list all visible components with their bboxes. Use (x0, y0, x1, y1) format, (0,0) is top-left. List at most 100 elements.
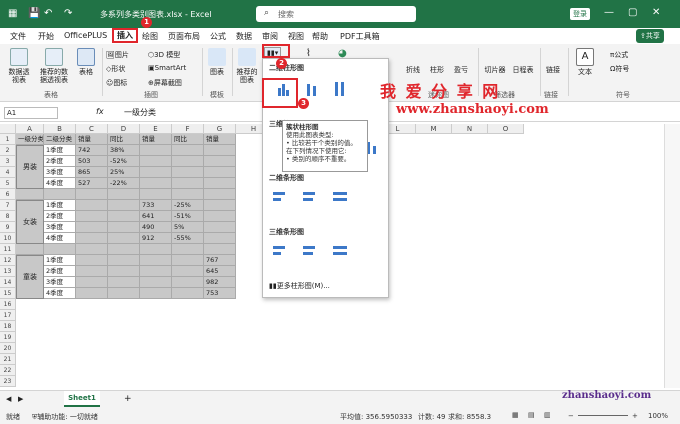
column-header[interactable]: N (452, 124, 488, 134)
row-header[interactable]: 19 (0, 332, 16, 343)
row-header[interactable]: 22 (0, 365, 16, 376)
empty-cell[interactable] (76, 200, 108, 211)
column-header[interactable]: A (16, 124, 44, 134)
data-cell[interactable]: 490 (140, 222, 172, 233)
row-header[interactable]: 23 (0, 376, 16, 387)
recommended-pivot-button[interactable]: 推荐的数据透视表 (38, 48, 70, 84)
column-header[interactable]: B (44, 124, 76, 134)
zoom-out-icon[interactable]: − (568, 412, 574, 420)
sparkline-column-button[interactable]: 柱形 (426, 66, 448, 74)
table-header-cell[interactable]: 销量 (204, 134, 236, 145)
page-break-view-icon[interactable]: ▥ (544, 411, 551, 419)
empty-cell[interactable] (172, 145, 204, 156)
blank-separator-cell[interactable] (172, 244, 204, 255)
empty-cell[interactable] (140, 288, 172, 299)
3d-models-button[interactable]: ⬡3D 模型 (148, 50, 180, 60)
percent-stacked-column-chart-option[interactable] (331, 81, 349, 97)
quarter-cell[interactable]: 2季度 (44, 211, 76, 222)
column-header[interactable]: C (76, 124, 108, 134)
stacked-column-chart-option[interactable] (303, 81, 321, 97)
undo-icon[interactable]: ↶ (44, 8, 52, 19)
empty-cell[interactable] (172, 156, 204, 167)
category-label[interactable]: 男装 (16, 145, 44, 189)
row-header[interactable]: 18 (0, 321, 16, 332)
empty-cell[interactable] (204, 156, 236, 167)
quarter-cell[interactable]: 4季度 (44, 288, 76, 299)
row-header[interactable]: 3 (0, 156, 16, 167)
data-cell[interactable]: 742 (76, 145, 108, 156)
empty-cell[interactable] (108, 222, 140, 233)
empty-cell[interactable] (140, 167, 172, 178)
data-cell[interactable]: 503 (76, 156, 108, 167)
empty-cell[interactable] (108, 266, 140, 277)
data-cell[interactable]: 38% (108, 145, 140, 156)
add-sheet-button[interactable]: + (124, 394, 132, 404)
zoom-in-icon[interactable]: + (632, 412, 638, 420)
link-button[interactable]: 链接 (542, 66, 564, 74)
row-header[interactable]: 15 (0, 288, 16, 299)
empty-cell[interactable] (108, 277, 140, 288)
menu-review[interactable]: 审阅 (262, 31, 278, 42)
data-cell[interactable]: -55% (172, 233, 204, 244)
quarter-cell[interactable]: 3季度 (44, 277, 76, 288)
shapes-button[interactable]: ◇形状 (106, 64, 125, 74)
share-button[interactable]: ⇪共享 (636, 29, 664, 43)
row-header[interactable]: 2 (0, 145, 16, 156)
data-cell[interactable]: 645 (204, 266, 236, 277)
zoom-slider[interactable] (578, 415, 628, 416)
table-button[interactable]: 表格 (76, 48, 96, 76)
row-header[interactable]: 10 (0, 233, 16, 244)
row-header[interactable]: 1 (0, 134, 16, 145)
row-header[interactable]: 5 (0, 178, 16, 189)
slicer-button[interactable]: 切片器 (482, 66, 508, 74)
blank-separator-cell[interactable] (204, 189, 236, 200)
name-box[interactable]: A1 (4, 107, 58, 119)
data-cell[interactable]: 25% (108, 167, 140, 178)
quarter-cell[interactable]: 4季度 (44, 233, 76, 244)
empty-cell[interactable] (140, 178, 172, 189)
empty-cell[interactable] (172, 178, 204, 189)
row-header[interactable]: 12 (0, 255, 16, 266)
pivot-table-button[interactable]: 数据透视表 (6, 48, 32, 84)
empty-cell[interactable] (108, 255, 140, 266)
chart-addin-button[interactable]: 图表 (206, 48, 228, 76)
search-box[interactable]: ⌕ 搜索 (256, 6, 416, 22)
empty-cell[interactable] (204, 200, 236, 211)
empty-cell[interactable] (140, 156, 172, 167)
empty-cell[interactable] (108, 288, 140, 299)
maximize-icon[interactable]: ▢ (628, 7, 637, 18)
quarter-cell[interactable]: 2季度 (44, 156, 76, 167)
data-cell[interactable]: -52% (108, 156, 140, 167)
data-cell[interactable]: 753 (204, 288, 236, 299)
empty-cell[interactable] (108, 200, 140, 211)
data-cell[interactable]: 5% (172, 222, 204, 233)
quarter-cell[interactable]: 3季度 (44, 222, 76, 233)
blank-separator-cell[interactable] (44, 244, 76, 255)
minimize-icon[interactable]: — (604, 7, 614, 18)
more-column-charts-link[interactable]: ▮▮更多柱形图(M)... (269, 281, 330, 291)
empty-cell[interactable] (172, 266, 204, 277)
3d-percent-stacked-bar-chart-option[interactable] (331, 243, 349, 259)
menu-insert[interactable]: 插入 (112, 28, 138, 43)
screenshot-button[interactable]: ⊕屏幕截图 (148, 78, 182, 88)
icons-button[interactable]: ☺图标 (106, 78, 127, 88)
data-cell[interactable]: 865 (76, 167, 108, 178)
save-icon[interactable]: 💾 (28, 8, 40, 19)
empty-cell[interactable] (204, 178, 236, 189)
category-label[interactable]: 女装 (16, 200, 44, 244)
equation-button[interactable]: π公式 (610, 50, 628, 60)
formula-input[interactable]: 一级分类 (124, 107, 156, 118)
row-header[interactable]: 13 (0, 266, 16, 277)
empty-cell[interactable] (204, 222, 236, 233)
table-header-cell[interactable]: 同比 (172, 134, 204, 145)
menu-draw[interactable]: 绘图 (142, 31, 158, 42)
column-header[interactable]: E (140, 124, 172, 134)
sparkline-winloss-button[interactable]: 盈亏 (450, 66, 472, 74)
menu-data[interactable]: 数据 (236, 31, 252, 42)
text-button[interactable]: A 文本 (574, 48, 596, 76)
row-header[interactable]: 8 (0, 211, 16, 222)
empty-cell[interactable] (140, 266, 172, 277)
menu-file[interactable]: 文件 (10, 31, 26, 42)
column-header[interactable]: D (108, 124, 140, 134)
quarter-cell[interactable]: 1季度 (44, 200, 76, 211)
